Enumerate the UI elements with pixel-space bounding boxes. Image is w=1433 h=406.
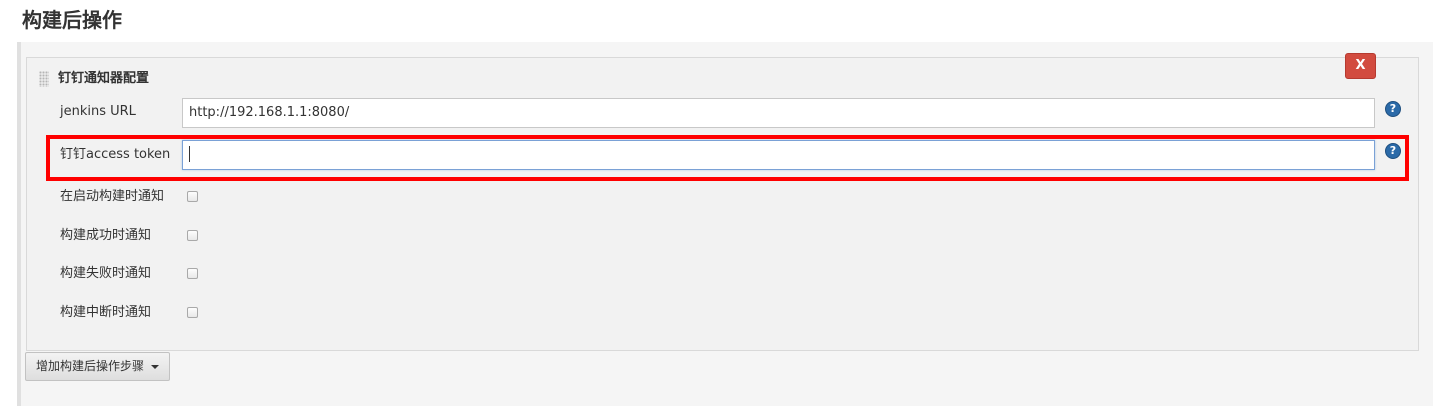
notify-on-start-checkbox[interactable] [187,191,198,202]
access-token-label: 钉钉access token [60,147,171,162]
delete-button[interactable]: X [1345,53,1376,79]
section-title: 构建后操作 [22,8,122,32]
notify-on-abort-checkbox[interactable] [187,307,198,318]
notify-on-success-checkbox[interactable] [187,230,198,241]
notify-on-failure-label: 构建失败时通知 [60,266,152,281]
add-post-build-step-button[interactable]: 增加构建后操作步骤 [25,352,170,381]
jenkins-url-label: jenkins URL [60,104,136,119]
access-token-input[interactable] [182,140,1375,170]
add-post-build-step-label: 增加构建后操作步骤 [36,359,145,373]
panel-title: 钉钉通知器配置 [58,71,150,86]
jenkins-url-input[interactable]: http://192.168.1.1:8080/ [182,98,1375,128]
notify-on-abort-label: 构建中断时通知 [60,305,152,320]
notify-on-success-label: 构建成功时通知 [60,228,152,243]
page: 构建后操作 钉钉通知器配置 X jenkins URL http://192.1… [0,0,1433,406]
chevron-down-icon [151,365,159,369]
help-icon[interactable]: ? [1385,143,1401,159]
notify-on-start-label: 在启动构建时通知 [60,189,165,204]
notify-on-failure-checkbox[interactable] [187,268,198,279]
help-icon[interactable]: ? [1385,101,1401,117]
drag-handle-icon[interactable] [39,71,49,87]
text-cursor [189,145,190,162]
